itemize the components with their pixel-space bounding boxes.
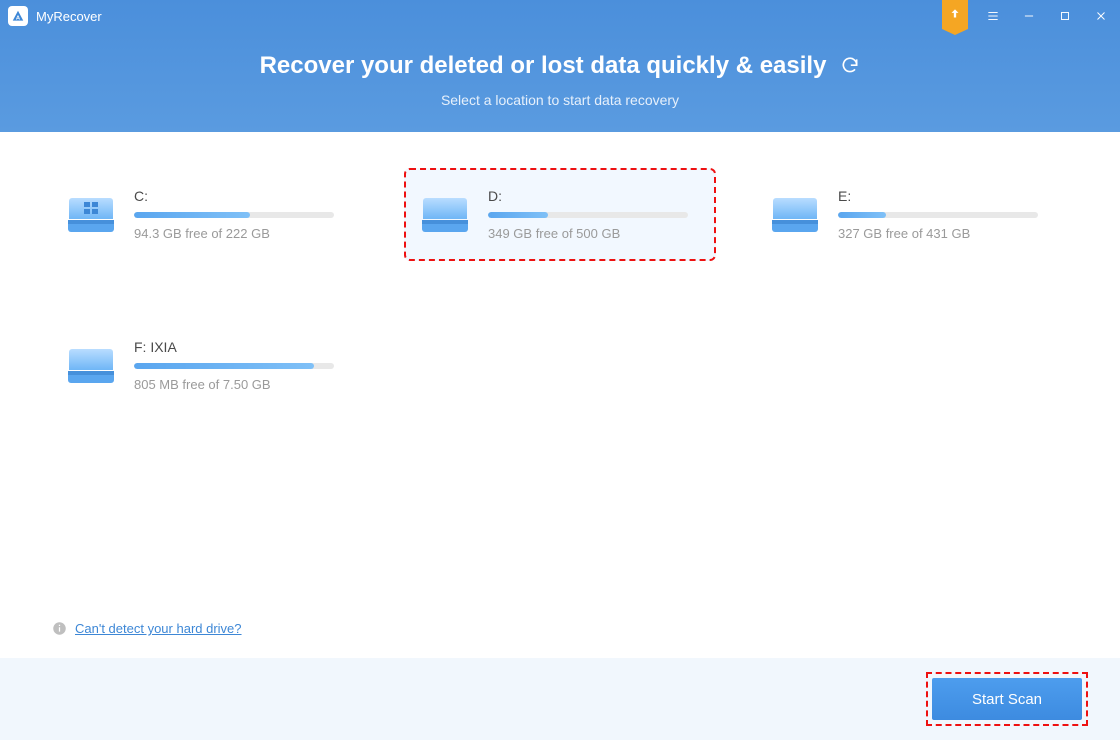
detect-link[interactable]: Can't detect your hard drive? <box>75 621 242 636</box>
info-icon <box>52 621 67 636</box>
drive-item-c[interactable]: C: 94.3 GB free of 222 GB <box>52 168 364 261</box>
menu-icon <box>986 9 1000 23</box>
drive-item-fixia[interactable]: F: IXIA 805 MB free of 7.50 GB <box>52 321 364 410</box>
app-logo-icon: A <box>8 6 28 26</box>
refresh-icon[interactable] <box>840 56 860 76</box>
drive-label: E: <box>838 188 1054 204</box>
hero-subtitle: Select a location to start data recovery <box>0 92 1120 108</box>
drive-info: F: IXIA 805 MB free of 7.50 GB <box>134 339 350 392</box>
header: A MyRecover <box>0 0 1120 132</box>
drive-icon <box>66 345 116 387</box>
drive-label: D: <box>488 188 700 204</box>
drive-usage-fill <box>134 363 314 369</box>
drive-item-e[interactable]: E: 327 GB free of 431 GB <box>756 168 1068 261</box>
app-window: A MyRecover <box>0 0 1120 740</box>
maximize-button[interactable] <box>1054 5 1076 27</box>
drive-usage-bar <box>488 212 688 218</box>
start-scan-button[interactable]: Start Scan <box>932 678 1082 720</box>
titlebar: A MyRecover <box>0 0 1120 32</box>
close-button[interactable] <box>1090 5 1112 27</box>
drive-info: C: 94.3 GB free of 222 GB <box>134 188 350 241</box>
upload-icon <box>948 7 962 21</box>
maximize-icon <box>1058 9 1072 23</box>
upgrade-badge[interactable] <box>942 0 968 29</box>
close-icon <box>1094 9 1108 23</box>
hero-title: Recover your deleted or lost data quickl… <box>260 52 827 80</box>
menu-button[interactable] <box>982 5 1004 27</box>
drive-label: F: IXIA <box>134 339 350 355</box>
drive-usage-bar <box>134 212 334 218</box>
minimize-button[interactable] <box>1018 5 1040 27</box>
main-body: C: 94.3 GB free of 222 GB D: 349 GB free… <box>0 132 1120 658</box>
drive-free-text: 327 GB free of 431 GB <box>838 226 1054 241</box>
start-scan-highlight: Start Scan <box>926 672 1088 726</box>
drive-info: E: 327 GB free of 431 GB <box>838 188 1054 241</box>
titlebar-controls <box>942 1 1112 31</box>
drive-free-text: 805 MB free of 7.50 GB <box>134 377 350 392</box>
drive-icon <box>420 194 470 236</box>
drive-label: C: <box>134 188 350 204</box>
drive-info: D: 349 GB free of 500 GB <box>488 188 700 241</box>
minimize-icon <box>1022 9 1036 23</box>
drive-usage-fill <box>488 212 548 218</box>
hero-title-row: Recover your deleted or lost data quickl… <box>260 52 861 80</box>
drive-icon <box>66 194 116 236</box>
drive-grid: C: 94.3 GB free of 222 GB D: 349 GB free… <box>52 168 1068 410</box>
drive-usage-fill <box>838 212 886 218</box>
drive-icon <box>770 194 820 236</box>
drive-free-text: 349 GB free of 500 GB <box>488 226 700 241</box>
detect-link-row: Can't detect your hard drive? <box>52 621 242 636</box>
drive-usage-bar <box>134 363 334 369</box>
app-title: MyRecover <box>36 9 102 24</box>
hero: Recover your deleted or lost data quickl… <box>0 32 1120 108</box>
drive-item-d[interactable]: D: 349 GB free of 500 GB <box>404 168 716 261</box>
drive-usage-bar <box>838 212 1038 218</box>
footer: Start Scan <box>0 658 1120 740</box>
drive-free-text: 94.3 GB free of 222 GB <box>134 226 350 241</box>
drive-usage-fill <box>134 212 250 218</box>
